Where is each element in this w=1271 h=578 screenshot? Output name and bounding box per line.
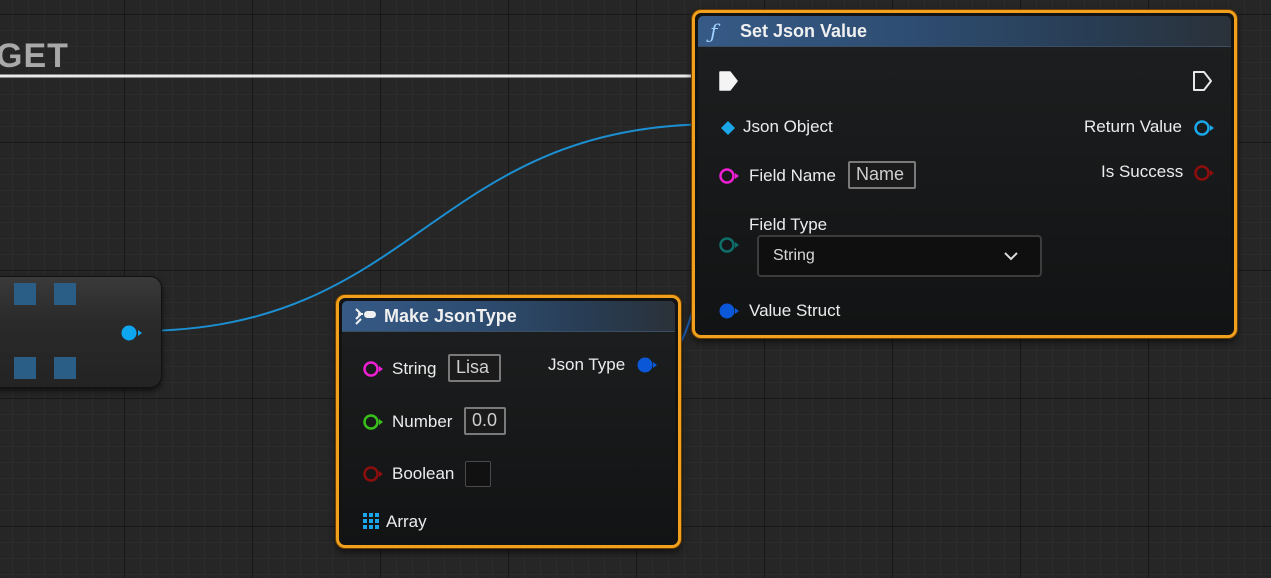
string-pin[interactable] <box>362 359 386 379</box>
field-type-label: Field Type <box>749 215 828 234</box>
array-pin[interactable] <box>362 512 380 530</box>
get-output-pin[interactable] <box>117 321 147 345</box>
number-value-input[interactable]: 0.0 <box>464 407 506 435</box>
return-value-pin[interactable] <box>1193 118 1217 138</box>
number-pin[interactable] <box>362 412 386 432</box>
get-node-label: GET <box>0 37 69 75</box>
make-jsontype-node[interactable]: Make JsonType String Lisa Json Type Numb… <box>336 295 681 548</box>
boolean-checkbox[interactable] <box>465 461 491 487</box>
chevron-down-icon <box>1004 252 1018 261</box>
array-label: Array <box>386 512 427 531</box>
json-type-label: Json Type <box>548 355 626 374</box>
json-object-label: Json Object <box>743 117 833 136</box>
exec-in-pin[interactable] <box>718 70 740 92</box>
field-type-pin[interactable] <box>718 235 742 255</box>
set-json-value-node[interactable]: ƒ Set Json Value Json Object Return Valu… <box>692 10 1237 338</box>
node-header[interactable]: Make JsonType <box>342 301 675 332</box>
string-label: String <box>392 359 437 378</box>
boolean-pin[interactable] <box>362 464 386 484</box>
number-label: Number <box>392 412 453 431</box>
value-struct-label: Value Struct <box>749 301 841 320</box>
make-struct-icon <box>355 308 376 325</box>
field-type-dropdown[interactable]: String <box>757 235 1042 277</box>
field-name-label: Field Name <box>749 166 836 185</box>
boolean-label: Boolean <box>392 464 455 483</box>
is-success-label: Is Success <box>1101 162 1184 181</box>
value-struct-pin[interactable] <box>718 301 742 321</box>
string-value-input[interactable]: Lisa <box>448 354 501 382</box>
exec-out-pin[interactable] <box>1192 70 1214 92</box>
json-object-pin[interactable] <box>719 119 737 137</box>
json-type-pin[interactable] <box>636 355 660 375</box>
get-node[interactable] <box>0 276 162 388</box>
field-type-selected-value: String <box>773 247 815 264</box>
field-name-pin[interactable] <box>718 166 742 186</box>
return-value-label: Return Value <box>1084 117 1182 136</box>
is-success-pin[interactable] <box>1193 163 1217 183</box>
field-name-input[interactable]: Name <box>848 161 916 189</box>
array-grid-icon <box>14 283 76 379</box>
function-icon: ƒ <box>710 19 718 43</box>
node-title: Make JsonType <box>384 306 517 326</box>
node-title: Set Json Value <box>740 21 868 41</box>
node-header[interactable]: ƒ Set Json Value <box>698 16 1231 47</box>
